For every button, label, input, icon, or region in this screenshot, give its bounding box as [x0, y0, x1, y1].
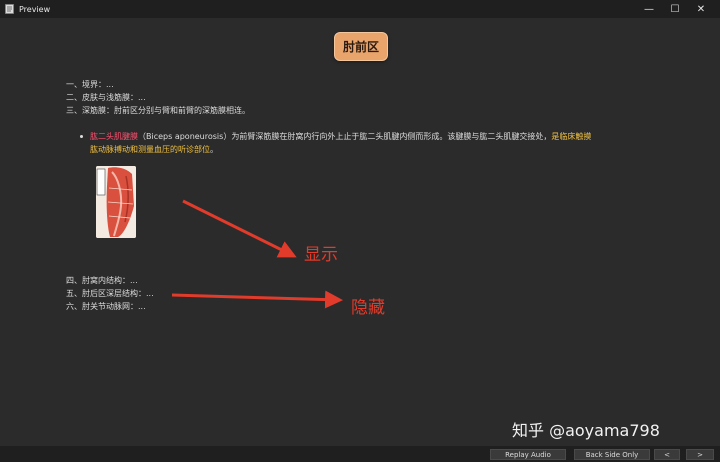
- hide-annotation: 隐藏: [351, 298, 385, 318]
- next-button[interactable]: >: [686, 449, 714, 460]
- app-icon: [5, 4, 14, 14]
- footer-bar: Replay Audio Back Side Only < >: [0, 446, 720, 462]
- minimize-icon: —: [644, 3, 654, 15]
- annotation-arrows: [171, 199, 343, 309]
- window-title: Preview: [19, 4, 51, 14]
- back-side-only-button[interactable]: Back Side Only: [574, 449, 650, 460]
- window-titlebar: Preview — ☐ ✕: [0, 0, 720, 18]
- card-content: 肘前区 一、境界：... 二、皮肤与浅筋膜：... 三、深筋膜：肘前区分别与臂和…: [0, 18, 720, 446]
- minimize-button[interactable]: —: [636, 0, 662, 18]
- watermark: 知乎 @aoyama798: [512, 421, 660, 440]
- replay-audio-button[interactable]: Replay Audio: [490, 449, 566, 460]
- show-annotation: 显示: [304, 245, 338, 265]
- maximize-icon: ☐: [670, 3, 680, 15]
- close-button[interactable]: ✕: [688, 0, 714, 18]
- hide-arrow: [171, 290, 343, 309]
- close-icon: ✕: [696, 3, 706, 15]
- show-arrow: [182, 199, 297, 258]
- maximize-button[interactable]: ☐: [662, 0, 688, 18]
- prev-button[interactable]: <: [654, 449, 680, 460]
